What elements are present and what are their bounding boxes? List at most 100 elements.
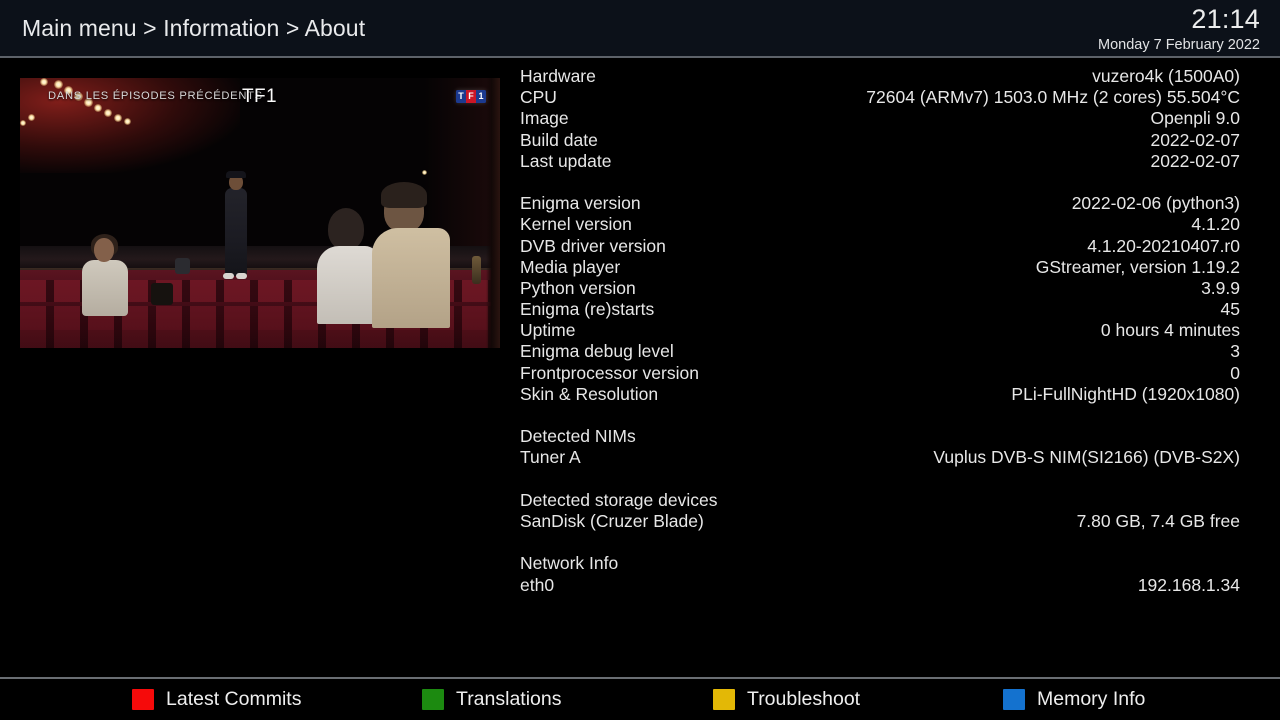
info-row: Uptime 0 hours 4 minutes (520, 320, 1240, 341)
info-label: Detected NIMs (520, 426, 636, 447)
audience-man-body (372, 228, 450, 328)
header-bar: Main menu > Information > About 21:14 Mo… (0, 0, 1280, 58)
info-value: 2022-02-06 (python3) (1071, 193, 1240, 214)
info-row: CPU 72604 (ARMv7) 1503.0 MHz (2 cores) 55… (520, 87, 1240, 108)
marquee-bulb (104, 109, 112, 117)
info-label: Enigma version (520, 193, 641, 214)
button-latest-commits[interactable]: Latest Commits (132, 679, 301, 720)
info-label: Enigma (re)starts (520, 299, 655, 320)
marquee-bulb (28, 114, 35, 121)
about-screen: Main menu > Information > About 21:14 Mo… (0, 0, 1280, 720)
info-label: CPU (520, 87, 557, 108)
button-label: Memory Info (1037, 688, 1146, 710)
blue-key-icon (1003, 689, 1025, 710)
info-label: Network Info (520, 553, 619, 574)
info-label: Python version (520, 277, 636, 298)
marquee-bulb (40, 78, 48, 86)
stage-prop-bag-2 (151, 283, 173, 305)
info-value: 4.1.20 (1191, 214, 1240, 235)
info-group-spacer (520, 532, 1240, 553)
info-value: PLi-FullNightHD (1920x1080) (1011, 383, 1240, 404)
info-label: Last update (520, 150, 612, 171)
info-row: Skin & Resolution PLi-FullNightHD (1920x1… (520, 384, 1240, 405)
info-label: eth0 (520, 574, 555, 595)
info-row: Build date 2022-02-07 (520, 130, 1240, 151)
info-label: Image (520, 108, 569, 129)
info-row: Python version 3.9.9 (520, 278, 1240, 299)
info-row: Media player GStreamer, version 1.19.2 (520, 257, 1240, 278)
about-info-panel: Hardware vuzero4k (1500A0) CPU 72604 (ARMv7… (520, 66, 1240, 596)
info-label: Uptime (520, 320, 576, 341)
info-label: Hardware (520, 66, 596, 86)
clock-time: 21:14 (1191, 4, 1260, 34)
stage-prop-bag (175, 258, 190, 274)
info-value: 3 (1230, 341, 1240, 362)
info-row: Last update 2022-02-07 (520, 151, 1240, 172)
info-value: 2022-02-07 (1150, 150, 1240, 171)
button-label: Translations (456, 688, 562, 710)
button-memory-info[interactable]: Memory Info (1003, 679, 1145, 720)
curtain-edge (486, 78, 500, 348)
performer-body (225, 188, 247, 276)
info-value: 4.1.20-20210407.r0 (1087, 235, 1240, 256)
info-group-spacer (520, 405, 1240, 426)
color-button-bar: Latest Commits Translations Troubleshoot… (0, 679, 1280, 720)
red-key-icon (132, 689, 154, 710)
audience-man-hair (381, 182, 427, 208)
audience-woman-body (317, 246, 379, 324)
info-value: 45 (1220, 299, 1240, 320)
button-label: Troubleshoot (747, 688, 861, 710)
video-channel-name: TF1 (242, 86, 277, 107)
clock-date: Monday 7 February 2022 (1097, 37, 1260, 53)
yellow-key-icon (713, 689, 735, 710)
info-value: 3.9.9 (1201, 277, 1240, 298)
info-value: vuzero4k (1500A0) (1092, 66, 1240, 86)
info-row: Tuner A Vuplus DVB-S NIM(SI2166) (DVB-S2X… (520, 447, 1240, 468)
button-translations[interactable]: Translations (422, 679, 562, 720)
seated-person-body (82, 260, 128, 316)
info-value: 7.80 GB, 7.4 GB free (1076, 510, 1240, 531)
info-row: Enigma (re)starts 45 (520, 299, 1240, 320)
info-row: Frontprocessor version 0 (520, 363, 1240, 384)
info-value: Openpli 9.0 (1150, 108, 1240, 129)
marquee-bulb (422, 170, 427, 175)
info-value: Vuplus DVB-S NIM(SI2166) (DVB-S2X) (933, 447, 1240, 468)
stage-prop-bottle (472, 256, 481, 284)
performer-hat (226, 171, 246, 178)
info-label: DVB driver version (520, 235, 666, 256)
info-label: Frontprocessor version (520, 362, 699, 383)
info-row: Network Info (520, 553, 1240, 574)
tf1-logo-letter-1: 1 (476, 90, 486, 103)
performer-shoe-right (236, 273, 247, 279)
info-label: SanDisk (Cruzer Blade) (520, 510, 704, 531)
tf1-logo-letter-f: F (466, 90, 476, 103)
marquee-bulb (54, 80, 63, 89)
info-label: Detected storage devices (520, 489, 718, 510)
info-row: Detected NIMs (520, 426, 1240, 447)
info-value: 72604 (ARMv7) 1503.0 MHz (2 cores) 55.50… (866, 87, 1240, 108)
info-row: Image Openpli 9.0 (520, 108, 1240, 129)
info-value: 0 (1230, 362, 1240, 383)
marquee-bulb (94, 104, 102, 112)
marquee-bulb (124, 118, 131, 125)
marquee-bulb (114, 114, 122, 122)
info-row: Enigma debug level 3 (520, 341, 1240, 362)
info-label: Kernel version (520, 214, 632, 235)
marquee-bulb (20, 120, 26, 126)
info-row: Hardware vuzero4k (1500A0) (520, 66, 1240, 87)
button-label: Latest Commits (166, 688, 302, 710)
breadcrumb: Main menu > Information > About (22, 15, 366, 41)
info-value: 2022-02-07 (1150, 129, 1240, 150)
info-label: Enigma debug level (520, 341, 674, 362)
tf1-logo-icon: T F 1 (456, 90, 486, 103)
performer-shoe-left (223, 273, 234, 279)
video-subtitle-overlay: DANS LES ÉPISODES PRÉCÉDENTS (48, 90, 263, 102)
audience-woman-head (328, 208, 364, 250)
info-label: Media player (520, 256, 621, 277)
info-row: Kernel version 4.1.20 (520, 214, 1240, 235)
video-preview[interactable]: DANS LES ÉPISODES PRÉCÉDENTS TF1 T F 1 (20, 78, 500, 348)
green-key-icon (422, 689, 444, 710)
button-troubleshoot[interactable]: Troubleshoot (713, 679, 860, 720)
info-label: Build date (520, 129, 598, 150)
info-value: GStreamer, version 1.19.2 (1035, 256, 1240, 277)
